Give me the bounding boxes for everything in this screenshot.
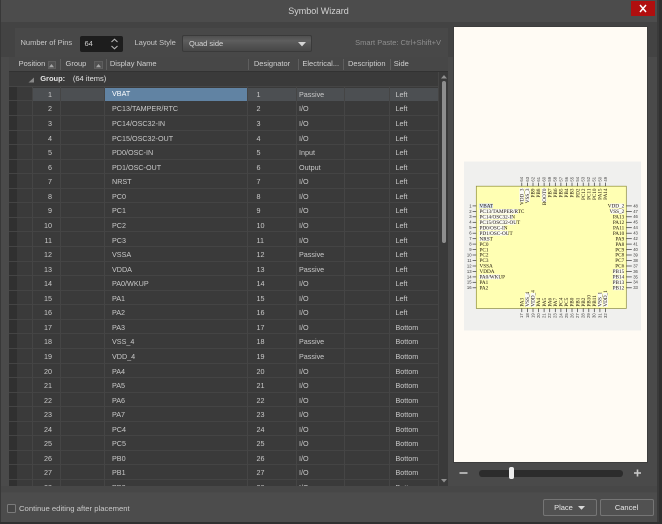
svg-text:18: 18 [525, 313, 530, 318]
svg-text:PA15: PA15 [598, 188, 604, 200]
svg-text:23: 23 [553, 313, 558, 318]
svg-text:17: 17 [519, 313, 524, 318]
svg-text:PB1: PB1 [575, 297, 581, 306]
svg-text:34: 34 [633, 280, 638, 285]
svg-text:20: 20 [536, 313, 541, 318]
svg-text:39: 39 [633, 252, 638, 257]
svg-text:53: 53 [581, 176, 586, 181]
svg-text:VSS_3: VSS_3 [525, 188, 531, 203]
svg-text:PB3: PB3 [570, 188, 576, 197]
svg-text:10: 10 [467, 252, 472, 257]
svg-text:48: 48 [633, 203, 638, 208]
svg-text:45: 45 [633, 220, 638, 225]
svg-text:26: 26 [569, 313, 574, 318]
svg-text:11: 11 [467, 258, 472, 263]
svg-text:22: 22 [547, 313, 552, 318]
svg-text:42: 42 [633, 236, 638, 241]
svg-text:PB2: PB2 [581, 297, 587, 306]
svg-text:32: 32 [603, 313, 608, 318]
svg-text:52: 52 [586, 176, 591, 181]
svg-text:PB7: PB7 [547, 188, 553, 197]
svg-text:PA14: PA14 [603, 188, 609, 200]
svg-text:43: 43 [633, 231, 638, 236]
svg-text:VDD_1: VDD_1 [603, 290, 609, 307]
svg-text:62: 62 [530, 176, 535, 181]
svg-text:VSS_4: VSS_4 [525, 291, 531, 306]
svg-text:37: 37 [633, 263, 638, 268]
svg-text:PD2: PD2 [575, 188, 581, 198]
svg-text:PB12: PB12 [613, 286, 625, 292]
svg-text:13: 13 [467, 269, 472, 274]
svg-text:PB6: PB6 [553, 188, 559, 197]
svg-text:60: 60 [542, 176, 547, 181]
svg-text:15: 15 [467, 280, 472, 285]
svg-text:PA5: PA5 [542, 297, 548, 306]
svg-text:50: 50 [597, 176, 602, 181]
svg-text:PA6: PA6 [547, 297, 553, 306]
svg-text:21: 21 [542, 313, 547, 318]
svg-text:VSS_1: VSS_1 [598, 291, 604, 306]
svg-text:46: 46 [633, 214, 638, 219]
svg-text:56: 56 [564, 176, 569, 181]
svg-text:58: 58 [553, 176, 558, 181]
svg-text:24: 24 [558, 313, 563, 318]
svg-text:44: 44 [633, 225, 638, 230]
svg-text:PA3: PA3 [520, 297, 526, 306]
svg-text:38: 38 [633, 258, 638, 263]
svg-text:PC5: PC5 [564, 297, 570, 306]
svg-text:28: 28 [581, 313, 586, 318]
svg-text:40: 40 [633, 247, 638, 252]
svg-text:BOOT0: BOOT0 [542, 188, 548, 205]
svg-text:36: 36 [633, 269, 638, 274]
svg-text:61: 61 [536, 176, 541, 181]
svg-text:59: 59 [547, 176, 552, 181]
svg-text:27: 27 [575, 313, 580, 318]
svg-text:55: 55 [569, 176, 574, 181]
svg-text:PA2: PA2 [480, 286, 489, 292]
svg-text:57: 57 [558, 176, 563, 181]
svg-text:41: 41 [633, 242, 638, 247]
svg-text:63: 63 [525, 176, 530, 181]
svg-text:29: 29 [586, 313, 591, 318]
svg-text:PB11: PB11 [592, 295, 598, 307]
svg-text:PA4: PA4 [536, 297, 542, 306]
svg-text:PB0: PB0 [570, 297, 576, 306]
svg-text:47: 47 [633, 209, 638, 214]
svg-text:64: 64 [519, 176, 524, 181]
svg-text:25: 25 [564, 313, 569, 318]
svg-text:16: 16 [467, 285, 472, 290]
svg-text:49: 49 [603, 176, 608, 181]
svg-text:51: 51 [592, 176, 597, 181]
svg-text:PC10: PC10 [592, 188, 598, 200]
svg-text:35: 35 [633, 274, 638, 279]
svg-text:PB4: PB4 [564, 188, 570, 197]
svg-text:31: 31 [597, 313, 602, 318]
svg-text:PA7: PA7 [553, 297, 559, 306]
svg-text:VDD_3: VDD_3 [520, 188, 526, 205]
svg-text:12: 12 [467, 263, 472, 268]
svg-text:54: 54 [575, 176, 580, 181]
svg-text:14: 14 [467, 274, 472, 279]
svg-text:33: 33 [633, 285, 638, 290]
svg-text:30: 30 [592, 313, 597, 318]
svg-text:PC12: PC12 [581, 188, 587, 200]
svg-text:PB8: PB8 [536, 188, 542, 197]
svg-text:19: 19 [530, 313, 535, 318]
